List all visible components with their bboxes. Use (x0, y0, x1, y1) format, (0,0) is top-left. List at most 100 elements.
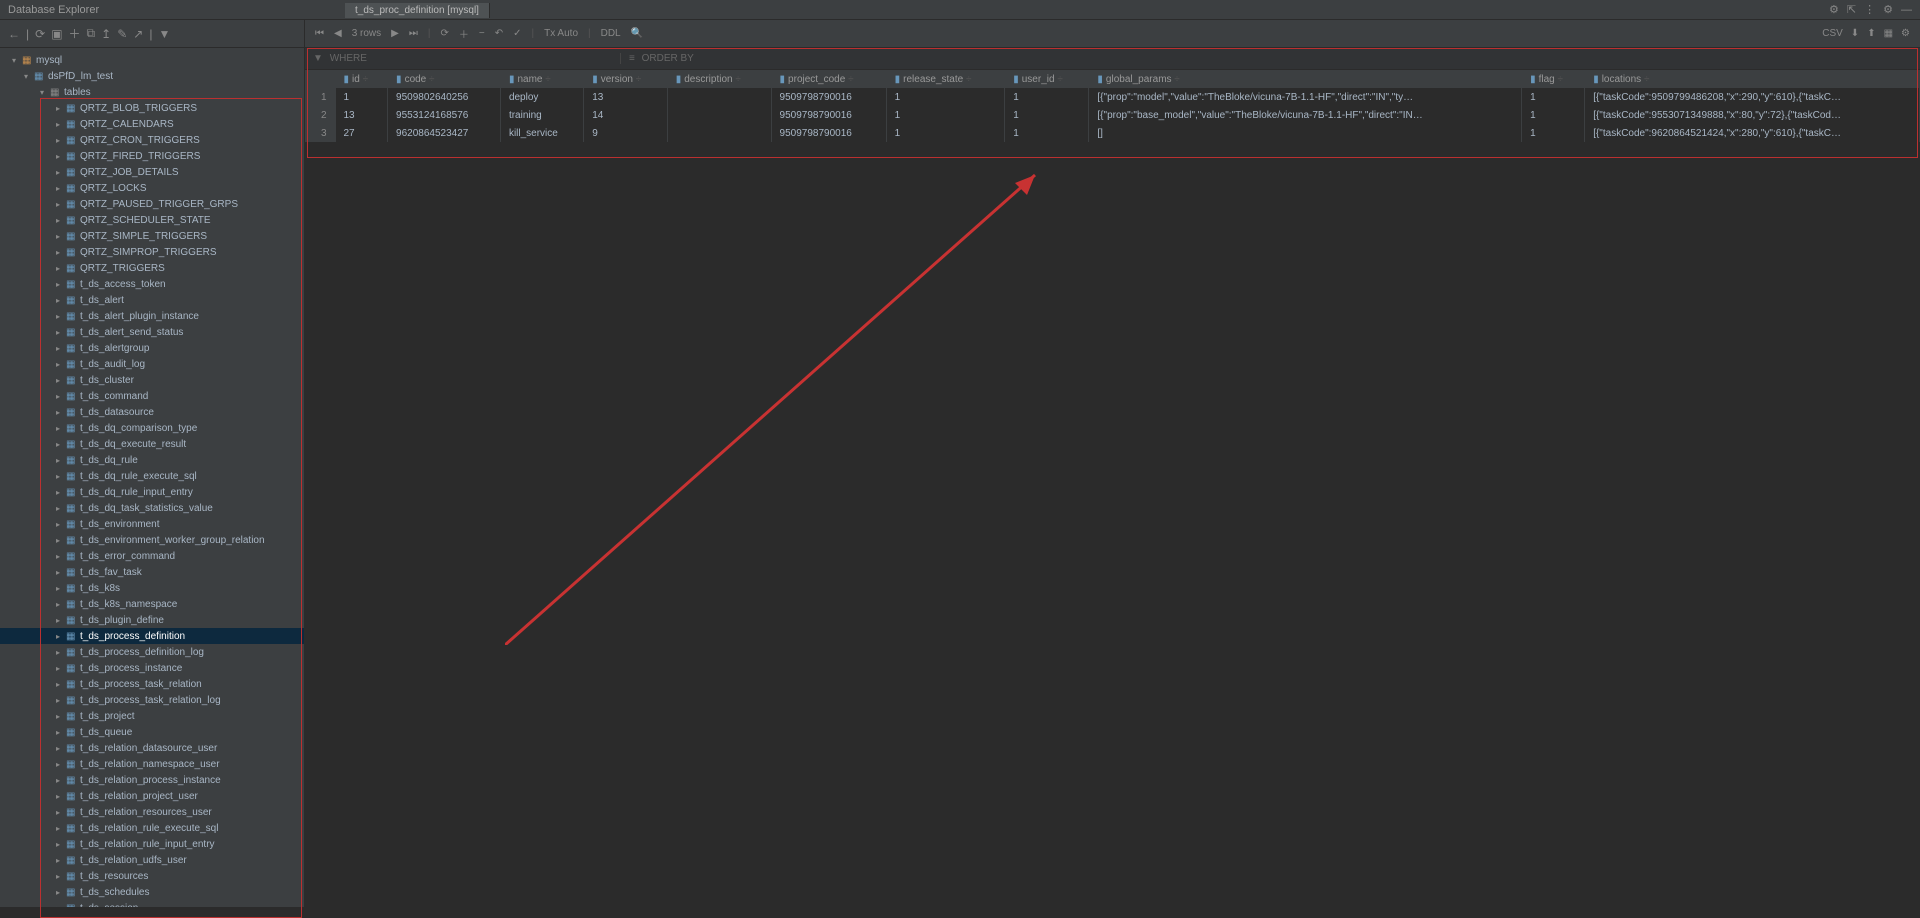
orderby-filter[interactable]: ≡ ORDER BY (621, 53, 702, 64)
column-header[interactable]: ▮id ÷ (335, 70, 388, 88)
cell[interactable]: 14 (584, 106, 667, 124)
cell[interactable]: 1 (1005, 88, 1089, 106)
tree-item[interactable]: ▸▦t_ds_schedules (0, 884, 304, 900)
cell[interactable] (667, 88, 771, 106)
tree-item[interactable]: ▸▦t_ds_relation_resources_user (0, 804, 304, 820)
settings-icon[interactable]: ⚙ (1829, 3, 1839, 16)
cell[interactable]: 1 (886, 88, 1005, 106)
cell[interactable]: 1 (335, 88, 388, 106)
column-header[interactable]: ▮name ÷ (500, 70, 583, 88)
tree-item[interactable]: ▸▦t_ds_environment_worker_group_relation (0, 532, 304, 548)
tree-item[interactable]: ▸▦t_ds_dq_execute_result (0, 436, 304, 452)
export-csv[interactable]: CSV (1822, 28, 1843, 39)
tree-item[interactable]: ▸▦t_ds_environment (0, 516, 304, 532)
cell[interactable]: 13 (335, 106, 388, 124)
cell[interactable]: 9509798790016 (771, 124, 886, 142)
tx-mode[interactable]: Tx Auto (544, 28, 578, 39)
tree-item[interactable]: ▸▦t_ds_alert_send_status (0, 324, 304, 340)
remove-row-icon[interactable]: − (479, 28, 485, 39)
tree-item[interactable]: ▸▦t_ds_audit_log (0, 356, 304, 372)
tree-item[interactable]: ▸▦t_ds_relation_udfs_user (0, 852, 304, 868)
tree-item[interactable]: ▸▦t_ds_alert_plugin_instance (0, 308, 304, 324)
tree-item[interactable]: ▸▦t_ds_process_task_relation_log (0, 692, 304, 708)
tree-item[interactable]: ▸▦QRTZ_LOCKS (0, 180, 304, 196)
tree-item[interactable]: ▸▦t_ds_session (0, 900, 304, 907)
result-grid[interactable]: ▮id ÷▮code ÷▮name ÷▮version ÷▮descriptio… (305, 70, 1920, 907)
tree-item[interactable]: ▸▦t_ds_relation_process_instance (0, 772, 304, 788)
cell[interactable]: 9553124168576 (388, 106, 501, 124)
cell[interactable]: 13 (584, 88, 667, 106)
tree-item[interactable]: ▾▦tables (0, 84, 304, 100)
tree-item[interactable]: ▸▦t_ds_queue (0, 724, 304, 740)
cell[interactable]: 9509798790016 (771, 106, 886, 124)
tree-item[interactable]: ▾▦dsPfD_lm_test (0, 68, 304, 84)
cell[interactable]: 9509798790016 (771, 88, 886, 106)
tree-item[interactable]: ▸▦t_ds_dq_rule_input_entry (0, 484, 304, 500)
tree-item[interactable]: ▸▦t_ds_k8s_namespace (0, 596, 304, 612)
cell[interactable]: [{"prop":"base_model","value":"TheBloke/… (1089, 106, 1522, 124)
tree-item[interactable]: ▸▦t_ds_command (0, 388, 304, 404)
cell[interactable] (667, 124, 771, 142)
tree-item[interactable]: ▸▦QRTZ_CALENDARS (0, 116, 304, 132)
column-header[interactable]: ▮version ÷ (584, 70, 667, 88)
commit-icon[interactable]: ✓ (513, 28, 521, 39)
cell[interactable]: 1 (1522, 124, 1585, 142)
tree-item[interactable]: ▸▦QRTZ_SIMPLE_TRIGGERS (0, 228, 304, 244)
add-icon[interactable]: ＋ (69, 25, 81, 42)
cell[interactable]: 1 (1005, 106, 1089, 124)
revert-icon[interactable]: ↶ (495, 28, 503, 39)
tree-item[interactable]: ▸▦t_ds_project (0, 708, 304, 724)
edit-icon[interactable]: ✎ (117, 27, 127, 41)
tree-item[interactable]: ▸▦QRTZ_BLOB_TRIGGERS (0, 100, 304, 116)
cell[interactable]: deploy (500, 88, 583, 106)
cell[interactable]: 1 (1522, 106, 1585, 124)
nav-prev-icon[interactable]: ◀ (334, 28, 342, 39)
expand-icon[interactable]: ⇱ (1847, 3, 1856, 16)
search-icon[interactable]: 🔍 (631, 28, 643, 39)
upload-icon[interactable]: ⬆ (1867, 28, 1875, 39)
tree-item[interactable]: ▸▦t_ds_relation_rule_execute_sql (0, 820, 304, 836)
cell[interactable]: [{"prop":"model","value":"TheBloke/vicun… (1089, 88, 1522, 106)
filter-icon[interactable]: ▼ (158, 27, 170, 41)
column-header[interactable]: ▮release_state ÷ (886, 70, 1005, 88)
tree-item[interactable]: ▸▦t_ds_alert (0, 292, 304, 308)
cell[interactable]: 1 (886, 124, 1005, 142)
view-icon[interactable]: ▦ (1884, 28, 1893, 39)
cell[interactable]: 9620864523427 (388, 124, 501, 142)
tree-item[interactable]: ▸▦t_ds_relation_project_user (0, 788, 304, 804)
cell[interactable]: 1 (1522, 88, 1585, 106)
tree-item[interactable]: ▸▦t_ds_datasource (0, 404, 304, 420)
tree-item[interactable]: ▸▦QRTZ_TRIGGERS (0, 260, 304, 276)
tree-item[interactable]: ▸▦QRTZ_SIMPROP_TRIGGERS (0, 244, 304, 260)
tree-item[interactable]: ▸▦QRTZ_SCHEDULER_STATE (0, 212, 304, 228)
tree-item[interactable]: ▸▦t_ds_error_command (0, 548, 304, 564)
column-header[interactable]: ▮user_id ÷ (1005, 70, 1089, 88)
cell[interactable]: training (500, 106, 583, 124)
table-row[interactable]: 119509802640256deploy13950979879001611[{… (305, 88, 1920, 106)
cell[interactable]: kill_service (500, 124, 583, 142)
cell[interactable]: [] (1089, 124, 1522, 142)
cell[interactable]: 1 (886, 106, 1005, 124)
cell[interactable]: 9 (584, 124, 667, 142)
tree-item[interactable]: ▸▦t_ds_process_instance (0, 660, 304, 676)
settings-icon[interactable]: ⚙ (1901, 28, 1910, 39)
column-header[interactable]: ▮locations ÷ (1585, 70, 1920, 88)
table-row[interactable]: 2139553124168576training1495097987900161… (305, 106, 1920, 124)
column-header[interactable]: ▮description ÷ (667, 70, 771, 88)
column-header[interactable]: ▮flag ÷ (1522, 70, 1585, 88)
column-header[interactable]: ▮code ÷ (388, 70, 501, 88)
tree-item[interactable]: ▸▦t_ds_process_task_relation (0, 676, 304, 692)
cell[interactable]: [{"taskCode":9553071349888,"x":80,"y":72… (1585, 106, 1920, 124)
reload-icon[interactable]: ⟳ (440, 28, 448, 39)
more-icon[interactable]: ⋮ (1864, 3, 1875, 16)
table-row[interactable]: 3279620864523427kill_service995097987900… (305, 124, 1920, 142)
stop-icon[interactable]: ▣ (51, 27, 62, 41)
tree-item[interactable]: ▸▦t_ds_fav_task (0, 564, 304, 580)
tree-item[interactable]: ▸▦t_ds_process_definition (0, 628, 304, 644)
cell[interactable]: 9509802640256 (388, 88, 501, 106)
tree-item[interactable]: ▸▦t_ds_dq_comparison_type (0, 420, 304, 436)
add-row-icon[interactable]: ＋ (459, 26, 469, 41)
column-header[interactable]: ▮global_params ÷ (1089, 70, 1522, 88)
tree-item[interactable]: ▸▦t_ds_relation_rule_input_entry (0, 836, 304, 852)
cell[interactable]: 27 (335, 124, 388, 142)
